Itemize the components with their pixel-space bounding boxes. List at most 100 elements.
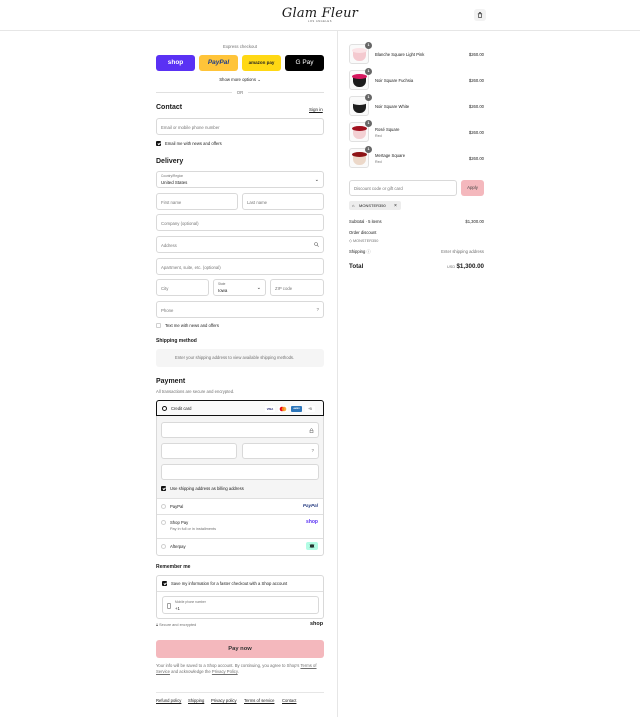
product-flowers	[352, 152, 367, 157]
paypal-label: PayPal	[170, 504, 184, 509]
product-price: $260.00	[468, 52, 484, 57]
email-news-checkbox[interactable]	[156, 141, 161, 146]
apartment-field[interactable]: Apartment, suite, etc. (optional)	[156, 258, 324, 275]
product-variant: Red	[375, 134, 382, 138]
shop-pay-express-button[interactable]: shop	[156, 55, 195, 71]
shop-pay-radio[interactable]	[161, 520, 166, 525]
order-summary-panel	[337, 31, 640, 717]
product-thumbnail: 1	[349, 146, 372, 168]
product-variant: Red	[375, 160, 382, 164]
discount-tag-code: MONSTER350	[359, 203, 386, 209]
apply-discount-button[interactable]: Apply	[461, 180, 484, 196]
terms-of-service-footer-link[interactable]: Terms of service	[244, 698, 274, 703]
email-field[interactable]: Email or mobile phone number	[156, 118, 324, 135]
state-select[interactable]: State Iowa ⌄	[213, 279, 266, 296]
legal-and: and acknowledge the	[171, 669, 211, 674]
discount-tag: ⌂ MONSTER350 ×	[349, 201, 401, 210]
product-thumbnail: 1	[349, 42, 372, 64]
secure-encrypted-note: 🔒︎ Secure and encrypted	[156, 623, 196, 627]
credit-card-option[interactable]: Credit card VISA AMEX +5	[156, 400, 324, 416]
quantity-badge: 1	[365, 120, 372, 127]
security-code-field[interactable]: ?	[242, 443, 319, 459]
country-select[interactable]: Country/Region United States ⌄	[156, 171, 324, 188]
product-thumbnail: 1	[349, 68, 372, 90]
product-flowers	[352, 126, 367, 131]
company-field[interactable]: Company (optional)	[156, 214, 324, 231]
product-name: Rosé Square	[375, 127, 400, 132]
text-news-checkbox[interactable]	[156, 323, 161, 328]
credit-card-radio[interactable]	[162, 406, 167, 411]
order-discount-label: Order discount	[349, 230, 377, 235]
last-name-field[interactable]: Last name	[242, 193, 324, 210]
cart-button[interactable]	[474, 9, 486, 21]
product-thumbnail: 1	[349, 120, 372, 142]
quantity-badge: 1	[365, 146, 372, 153]
product-price: $260.00	[468, 104, 484, 109]
search-icon	[314, 242, 319, 247]
payment-heading: Payment	[156, 378, 186, 385]
refund-policy-link[interactable]: Refund policy	[156, 698, 181, 703]
discount-code-field[interactable]: Discount code or gift card	[349, 180, 457, 196]
privacy-policy-footer-link[interactable]: Privacy policy	[211, 698, 237, 703]
product-name: Mertage Square	[375, 153, 406, 158]
afterpay-logo-icon	[306, 542, 318, 550]
divider	[157, 591, 323, 592]
quantity-badge: 1	[365, 94, 372, 101]
city-field[interactable]: City	[156, 279, 209, 296]
zip-field[interactable]: ZIP code	[270, 279, 324, 296]
afterpay-option[interactable]: Afterpay	[157, 539, 323, 555]
remove-discount-icon[interactable]: ×	[394, 203, 397, 209]
afterpay-radio[interactable]	[161, 544, 166, 549]
paypal-radio[interactable]	[161, 504, 166, 509]
phone-icon	[167, 603, 171, 609]
credit-card-label: Credit card	[171, 406, 192, 411]
expiration-date-field[interactable]	[161, 443, 237, 459]
mobile-phone-field[interactable]: Mobile phone number +1	[162, 596, 319, 614]
pay-now-button[interactable]: Pay now	[156, 640, 324, 658]
mobile-phone-value: +1	[175, 606, 180, 611]
contact-link[interactable]: Contact	[282, 698, 296, 703]
billing-same-label: Use shipping address as billing address	[170, 486, 244, 491]
tag-icon: ⌂	[352, 203, 355, 208]
currency-code: USD	[447, 265, 456, 269]
mobile-phone-label: Mobile phone number	[175, 600, 206, 604]
paypal-logo: PayPal	[302, 503, 318, 508]
help-icon[interactable]: ?	[316, 307, 319, 312]
chevron-down-icon: ⌄	[314, 177, 319, 183]
paypal-express-button[interactable]: PayPal	[199, 55, 238, 71]
shipping-policy-link[interactable]: Shipping	[188, 698, 204, 703]
privacy-policy-link[interactable]: Privacy Policy	[212, 669, 238, 674]
brand-logo-sub: LOS ANGELES	[308, 20, 332, 23]
brand-logo[interactable]: Glam Fleur	[0, 6, 640, 21]
google-pay-express-button[interactable]: G Pay	[285, 55, 324, 71]
header: Glam Fleur LOS ANGELES	[0, 0, 640, 31]
state-value: Iowa	[218, 288, 228, 293]
phone-field[interactable]: Phone ?	[156, 301, 324, 318]
address-field[interactable]: Address	[156, 236, 324, 253]
amazon-pay-express-button[interactable]: amazon pay	[242, 55, 281, 71]
paypal-option[interactable]: PayPal PayPal	[157, 499, 323, 514]
email-news-label: Email me with news and offers	[165, 141, 222, 146]
shop-pay-sub: Pay in full or in installments	[170, 527, 217, 531]
show-more-options-link[interactable]: Show more options ⌄	[156, 77, 324, 83]
help-icon[interactable]: ?	[311, 448, 314, 453]
country-label: Country/Region	[161, 174, 184, 178]
shipping-method-notice: Enter your shipping address to view avai…	[175, 355, 295, 360]
shop-pay-option[interactable]: Shop Pay Pay in full or in installments …	[157, 515, 323, 538]
card-number-field[interactable]	[161, 422, 319, 438]
city-placeholder: City	[161, 285, 169, 291]
quantity-badge: 1	[365, 42, 372, 49]
product-thumbnail: 1	[349, 94, 372, 116]
more-cards-badge: +5	[305, 406, 315, 412]
name-on-card-field[interactable]	[161, 464, 319, 480]
product-name: Noir Square White	[375, 104, 410, 109]
save-info-checkbox[interactable]	[162, 581, 167, 586]
legal-period: .	[237, 669, 239, 674]
sign-in-link[interactable]: Sign in	[309, 107, 323, 112]
billing-same-checkbox[interactable]	[161, 486, 166, 491]
first-name-field[interactable]: First name	[156, 193, 238, 210]
lock-icon: 🔒︎	[156, 623, 159, 627]
total-row-value: USD $1,300.00	[349, 263, 484, 270]
state-label: State	[218, 282, 226, 286]
address-placeholder: Address	[161, 242, 177, 248]
